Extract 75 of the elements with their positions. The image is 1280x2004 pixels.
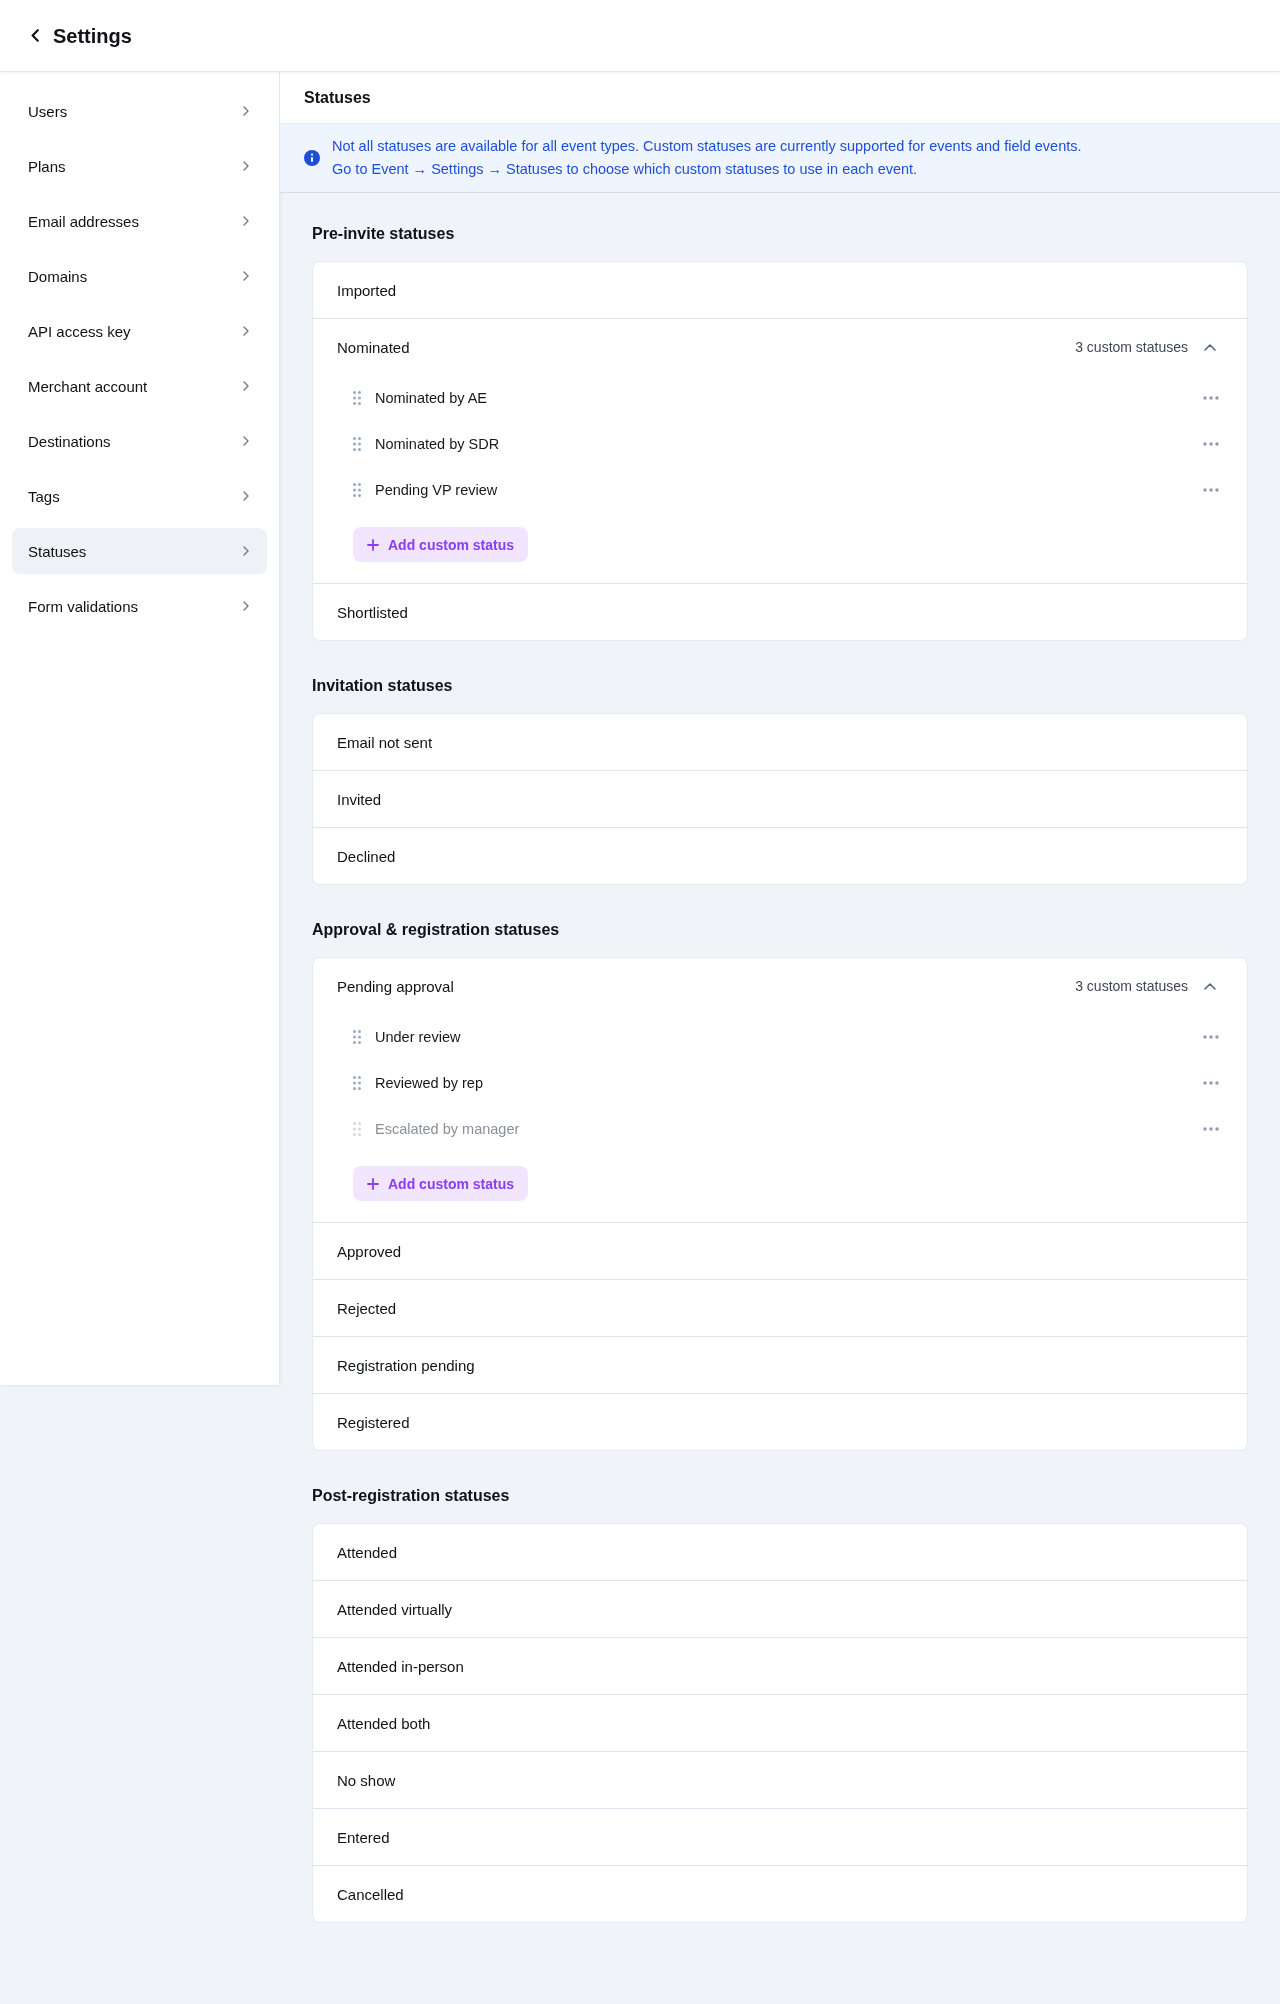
section-title-bar: Statuses: [280, 72, 1280, 123]
grip-dots-icon[interactable]: [353, 1030, 361, 1044]
chevron-right-icon: [243, 546, 249, 556]
group-title: Invitation statuses: [312, 676, 454, 696]
back-button[interactable]: [31, 29, 39, 42]
group-title: Pre-invite statuses: [312, 224, 456, 244]
chevron-left-icon: [31, 29, 39, 42]
plus-icon: [367, 1177, 379, 1190]
group-title: Post-registration statuses: [312, 1486, 511, 1506]
status-name: Imported: [337, 281, 397, 299]
chevron-right-icon: [243, 491, 249, 501]
status-name: Attended virtually: [337, 1600, 453, 1618]
grip-dots-icon[interactable]: [353, 483, 361, 497]
grip-dots-icon[interactable]: [353, 437, 361, 451]
status-name: Attended in-person: [337, 1657, 464, 1675]
custom-status-name: Under review: [375, 1029, 462, 1045]
info-icon: [304, 150, 320, 166]
status-name: Attended both: [337, 1714, 431, 1732]
more-icon[interactable]: [1203, 1035, 1219, 1039]
sidebar-item[interactable]: Destinations: [12, 418, 267, 464]
custom-status-name: Reviewed by rep: [375, 1075, 484, 1091]
chevron-up-icon[interactable]: [1204, 343, 1216, 351]
sidebar-item[interactable]: Plans: [12, 143, 267, 189]
chevron-right-icon: [243, 161, 249, 171]
sidebar-item[interactable]: API access key: [12, 308, 267, 354]
sidebar-item[interactable]: Users: [12, 88, 267, 134]
notice-text: Not all statuses are available for all event types. Custom statuses are currently supported for events and field events.: [332, 137, 1082, 156]
sidebar-item[interactable]: Merchant account: [12, 363, 267, 409]
status-name: Pending approval: [337, 977, 455, 995]
chevron-right-icon: [243, 601, 249, 611]
page-title: Settings: [53, 23, 132, 49]
chevron-right-icon: [243, 216, 249, 226]
more-icon[interactable]: [1203, 396, 1219, 400]
sidebar-item[interactable]: Statuses: [12, 528, 267, 574]
chevron-right-icon: [243, 381, 249, 391]
plus-icon: [367, 538, 379, 551]
custom-count: 3 custom statuses: [1075, 978, 1188, 994]
group-title: Approval & registration statuses: [312, 920, 561, 940]
sidebar-item[interactable]: Email addresses: [12, 198, 267, 244]
status-name: Rejected: [337, 1299, 397, 1317]
custom-status-name: Escalated by manager: [375, 1121, 521, 1137]
status-name: Attended: [337, 1543, 398, 1561]
status-name: Email not sent: [337, 733, 433, 751]
notice-text: Go to Event → Settings → Statuses to choose which custom statuses to use in each event.: [332, 160, 919, 179]
chevron-right-icon: [243, 106, 249, 116]
add-custom-status-button[interactable]: Add custom status: [353, 1166, 528, 1201]
chevron-right-icon: [243, 436, 249, 446]
grip-dots-icon[interactable]: [353, 391, 361, 405]
status-name: Nominated: [337, 338, 411, 356]
sidebar-item[interactable]: Domains: [12, 253, 267, 299]
custom-count: 3 custom statuses: [1075, 339, 1188, 355]
status-name: Shortlisted: [337, 603, 408, 621]
more-icon[interactable]: [1203, 1081, 1219, 1085]
status-name: Entered: [337, 1828, 390, 1846]
more-icon[interactable]: [1203, 442, 1219, 446]
custom-status-name: Pending VP review: [375, 482, 499, 498]
chevron-up-icon[interactable]: [1204, 982, 1216, 990]
status-name: Approved: [337, 1242, 402, 1260]
custom-status-name: Nominated by SDR: [375, 436, 501, 452]
chevron-right-icon: [243, 326, 249, 336]
grip-dots-icon[interactable]: [353, 1122, 361, 1136]
status-name: Declined: [337, 847, 396, 865]
more-icon[interactable]: [1203, 488, 1219, 492]
chevron-right-icon: [243, 271, 249, 281]
more-icon[interactable]: [1203, 1127, 1219, 1131]
add-custom-status-button[interactable]: Add custom status: [353, 527, 528, 562]
status-name: Registered: [337, 1413, 410, 1431]
grip-dots-icon[interactable]: [353, 1076, 361, 1090]
sidebar-item[interactable]: Form validations: [12, 583, 267, 629]
status-name: Cancelled: [337, 1885, 404, 1903]
status-name: Registration pending: [337, 1356, 475, 1374]
sidebar-item[interactable]: Tags: [12, 473, 267, 519]
custom-status-name: Nominated by AE: [375, 390, 489, 406]
status-name: Invited: [337, 790, 382, 808]
status-name: No show: [337, 1771, 396, 1789]
